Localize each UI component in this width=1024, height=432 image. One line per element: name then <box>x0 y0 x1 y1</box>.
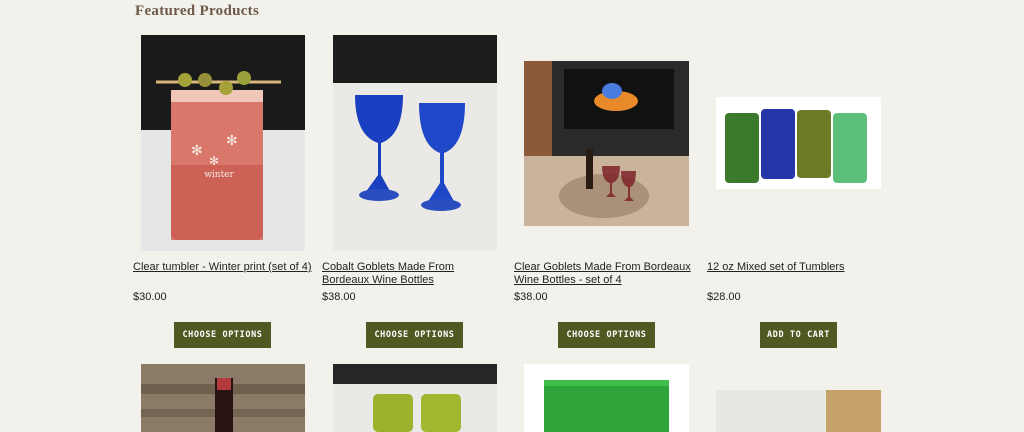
product-image-row2-4[interactable] <box>716 390 881 432</box>
product-price: $28.00 <box>707 291 741 303</box>
svg-text:winter: winter <box>204 170 234 180</box>
product-price: $38.00 <box>322 291 356 303</box>
product-image-row2-3[interactable] <box>524 364 689 432</box>
product-image-clear-goblets[interactable] <box>524 61 689 226</box>
product-price: $30.00 <box>133 291 167 303</box>
product-name-link[interactable]: 12 oz Mixed set of Tumblers <box>707 261 887 274</box>
product-price: $38.00 <box>514 291 548 303</box>
product-name-link[interactable]: Cobalt Goblets Made From Bordeaux Wine B… <box>322 261 502 287</box>
product-image-winter-tumbler[interactable]: winter ✻ ✻ ✻ <box>141 35 305 251</box>
product-name-link[interactable]: Clear tumbler - Winter print (set of 4) <box>133 261 313 274</box>
product-image-row2-2[interactable] <box>333 364 497 432</box>
choose-options-button[interactable]: CHOOSE OPTIONS <box>366 322 463 348</box>
product-image-cobalt-goblets[interactable] <box>333 35 497 251</box>
choose-options-button[interactable]: CHOOSE OPTIONS <box>558 322 655 348</box>
add-to-cart-button[interactable]: ADD TO CART <box>760 322 837 348</box>
product-image-row2-1[interactable] <box>141 364 305 432</box>
svg-text:✻: ✻ <box>226 132 238 148</box>
choose-options-button[interactable]: CHOOSE OPTIONS <box>174 322 271 348</box>
svg-text:✻: ✻ <box>191 142 203 158</box>
svg-text:✻: ✻ <box>209 154 219 168</box>
product-image-mixed-tumblers[interactable] <box>716 97 881 189</box>
section-title: Featured Products <box>135 3 260 19</box>
product-name-link[interactable]: Clear Goblets Made From Bordeaux Wine Bo… <box>514 261 694 287</box>
